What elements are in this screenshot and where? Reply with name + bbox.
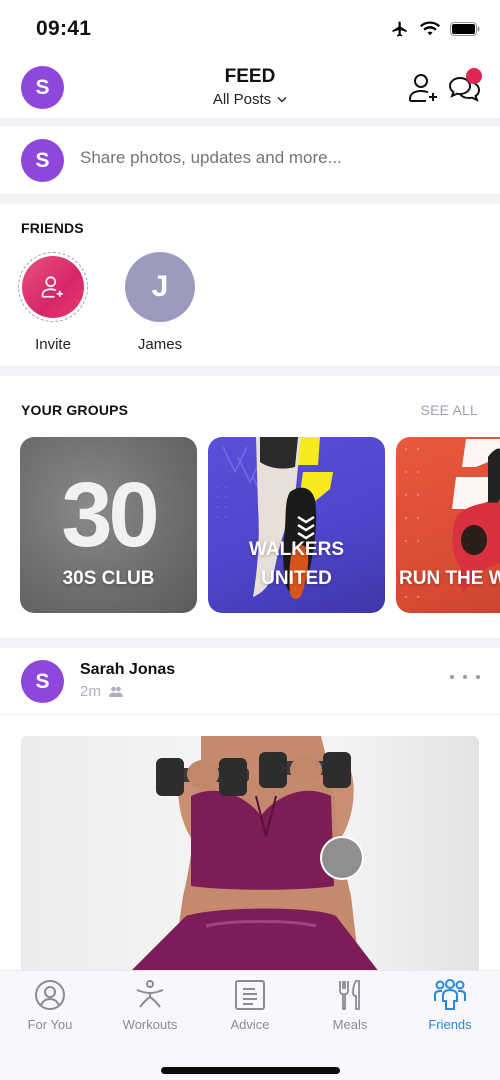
post-time: 2m <box>80 683 101 700</box>
feed-post: S Sarah Jonas 2m <box>0 648 500 981</box>
friends-section: FRIENDS Invite J James <box>0 204 500 366</box>
wifi-icon <box>420 21 440 36</box>
invite-friend-button[interactable]: Invite <box>13 252 93 353</box>
tab-label: Friends <box>428 1017 472 1032</box>
status-icons <box>390 20 480 38</box>
add-friend-icon <box>409 74 437 102</box>
status-time: 09:41 <box>36 17 92 40</box>
post-image[interactable] <box>21 736 479 981</box>
invite-ring <box>18 252 88 322</box>
tab-label: For You <box>27 1017 73 1032</box>
tab-advice[interactable]: Advice <box>200 979 300 1032</box>
group-name: 30S CLUB <box>62 568 155 589</box>
tab-label: Meals <box>332 1017 368 1032</box>
tab-label: Advice <box>230 1017 270 1032</box>
composer-avatar: S <box>21 139 64 182</box>
more-icon-dot <box>450 675 454 679</box>
friends-title: FRIENDS <box>21 220 84 236</box>
group-card-walkers-united[interactable]: WALKERS UNITED <box>208 437 385 613</box>
friend-name: James <box>137 336 183 353</box>
see-all-groups-link[interactable]: SEE ALL <box>421 402 478 418</box>
feed-screen: 09:41 S FEED All Posts S FRIENDS <box>0 0 500 1080</box>
workouts-icon <box>136 980 164 1008</box>
for-you-icon <box>35 980 65 1010</box>
post-composer: S <box>0 126 500 194</box>
messages-button[interactable] <box>446 68 482 104</box>
more-options-button[interactable] <box>450 670 480 684</box>
tab-for-you[interactable]: For You <box>0 979 100 1032</box>
add-friend-button[interactable] <box>408 72 440 104</box>
post-author-name[interactable]: Sarah Jonas <box>80 661 175 679</box>
group-name-line2: UNITED <box>261 568 332 589</box>
tab-workouts[interactable]: Workouts <box>100 979 200 1032</box>
friends-icon <box>434 979 466 1010</box>
invite-circle <box>22 256 84 318</box>
more-icon-dot <box>463 675 467 679</box>
meals-icon <box>339 980 360 1010</box>
group-card-run-the-world[interactable]: RUN THE W <box>396 437 500 613</box>
home-indicator[interactable] <box>161 1067 340 1074</box>
advice-icon <box>235 980 265 1010</box>
more-icon-dot <box>476 675 480 679</box>
friend-avatar: J <box>125 252 195 322</box>
groups-section: YOUR GROUPS SEE ALL 30 30S CLUB WALKERS … <box>0 376 500 638</box>
group-name: WALKERS UNITED <box>208 535 385 593</box>
status-bar: 09:41 <box>0 0 500 58</box>
group-card-30s-club[interactable]: 30 30S CLUB <box>20 437 197 613</box>
share-post-input[interactable] <box>80 148 480 168</box>
header: S FEED All Posts <box>0 58 500 118</box>
post-meta: 2m <box>80 683 123 700</box>
tab-bar: For You Workouts Advice Meals Friends <box>0 970 500 1080</box>
groups-title: YOUR GROUPS <box>21 402 129 418</box>
tab-meals[interactable]: Meals <box>300 979 400 1032</box>
notification-badge <box>466 68 482 84</box>
group-name-line1: WALKERS <box>249 539 344 560</box>
friend-item[interactable]: J James <box>120 252 200 353</box>
post-divider <box>0 714 500 715</box>
invite-label: Invite <box>35 336 71 353</box>
battery-icon <box>450 22 480 36</box>
chevron-down-icon <box>277 97 287 103</box>
add-friend-icon <box>41 276 63 298</box>
post-author-avatar[interactable]: S <box>21 660 64 703</box>
tab-friends[interactable]: Friends <box>400 979 500 1032</box>
tab-label: Workouts <box>122 1017 178 1032</box>
workout-photo <box>121 736 386 981</box>
feed-filter-label: All Posts <box>212 91 272 108</box>
friends-audience-icon <box>108 686 123 697</box>
airplane-icon <box>392 21 407 37</box>
group-name: RUN THE W <box>399 568 500 589</box>
group-badge-number: 30 <box>61 464 159 566</box>
